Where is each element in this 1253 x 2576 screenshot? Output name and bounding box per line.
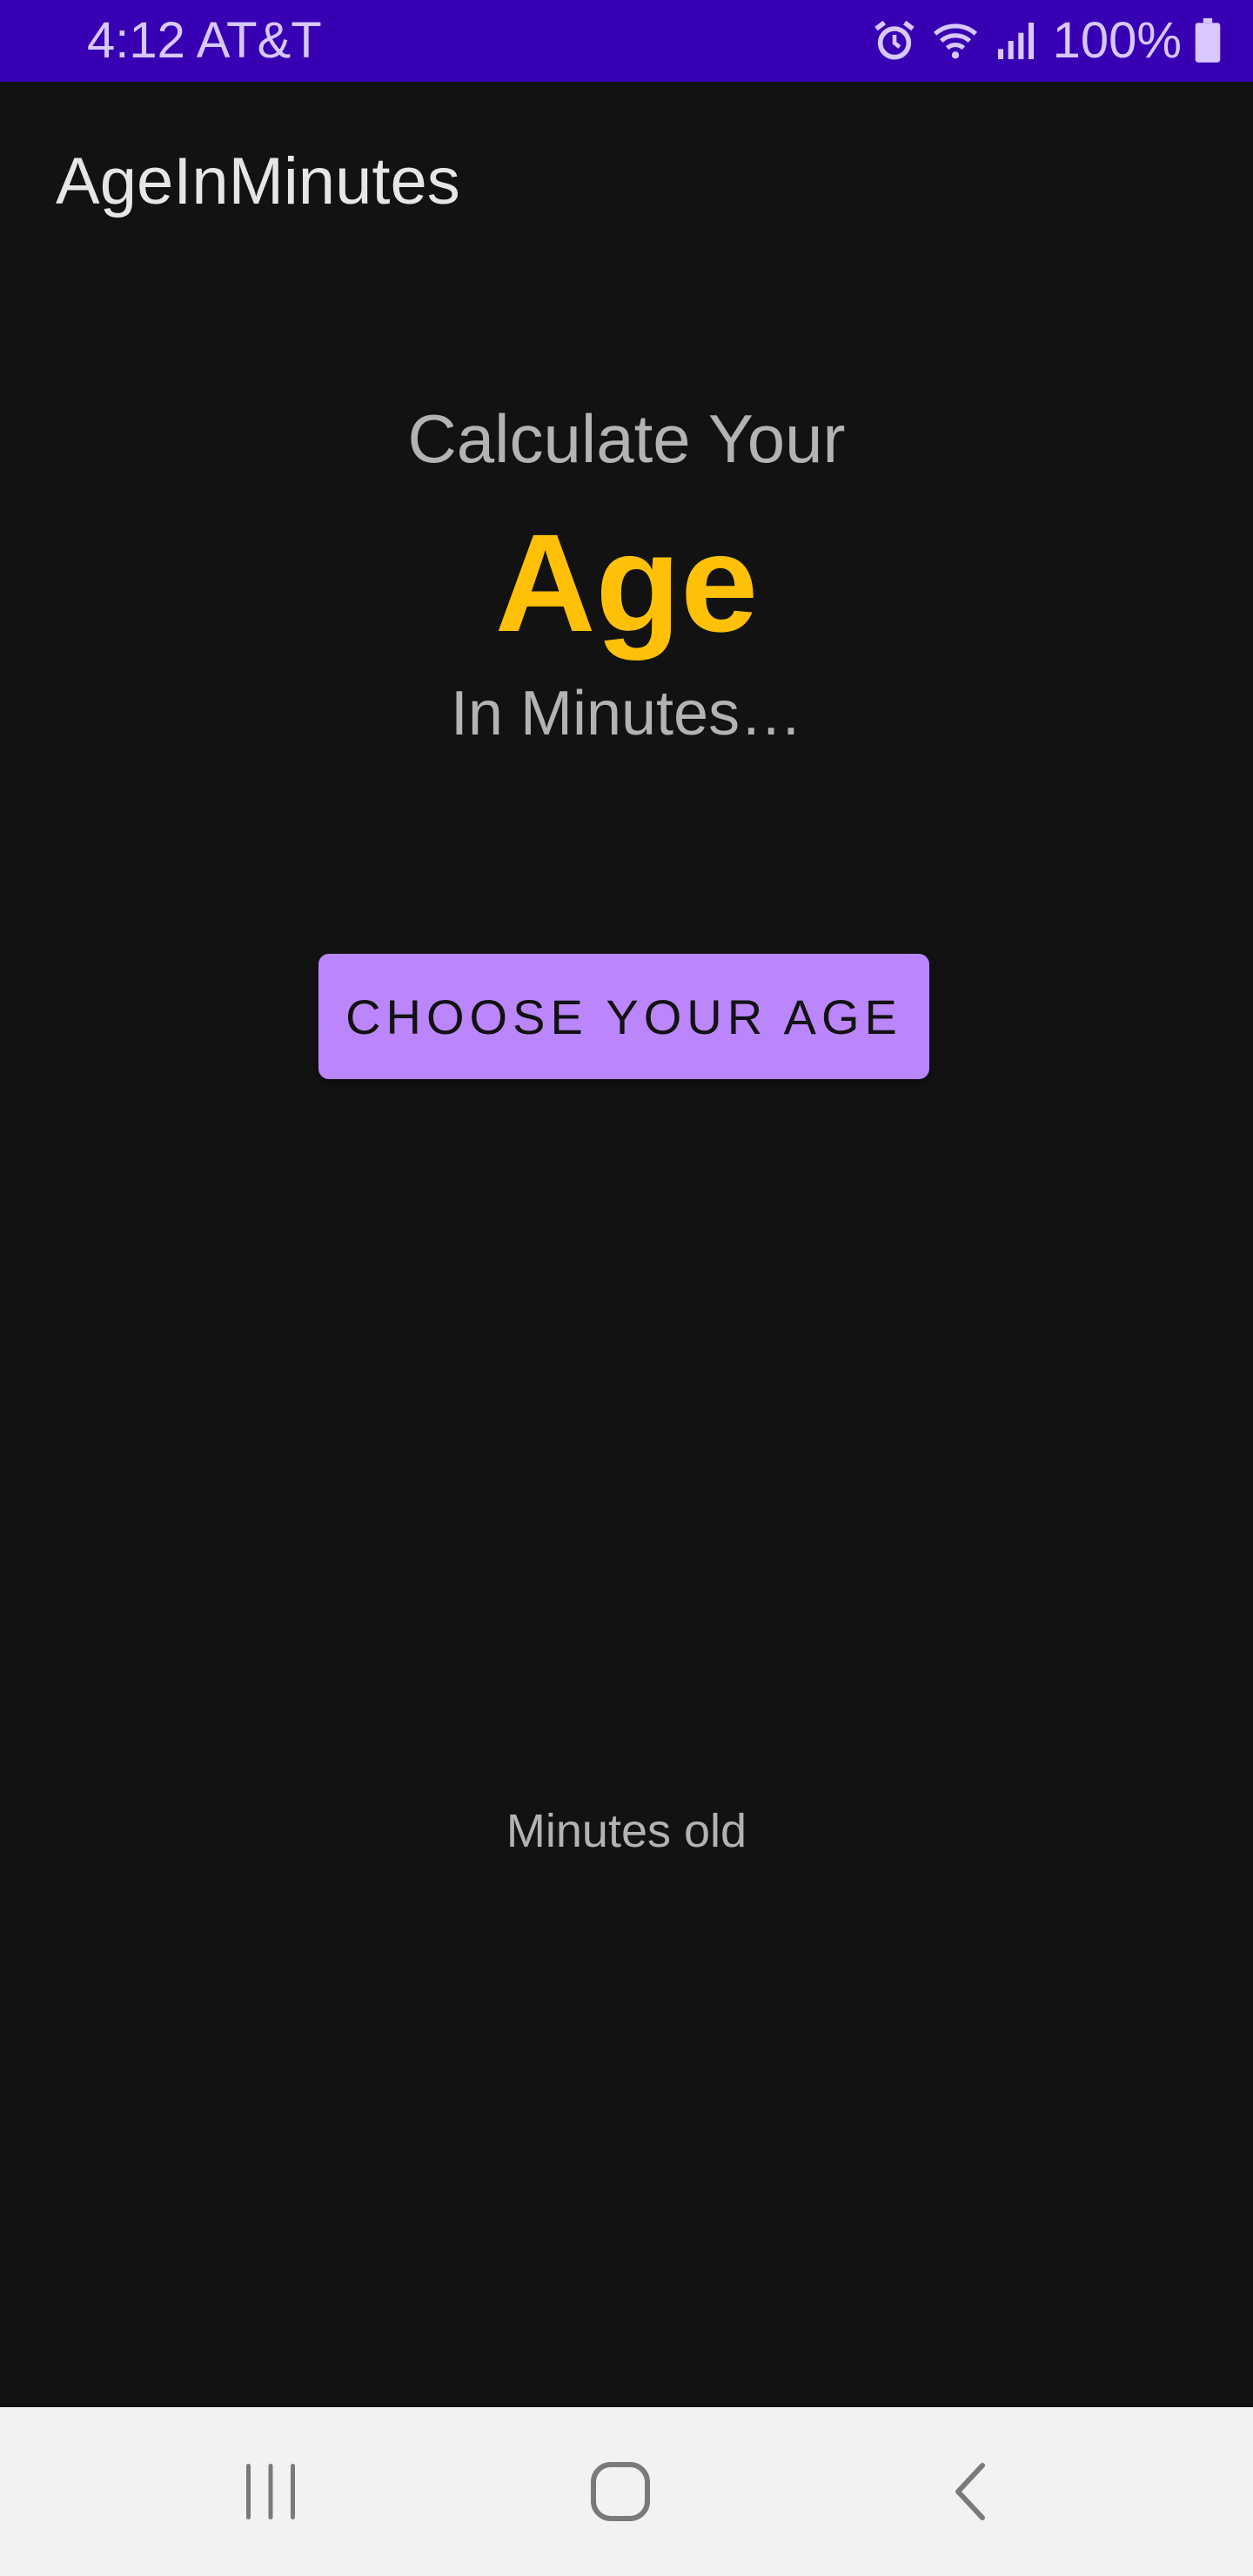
battery-percent: 100% — [1052, 12, 1182, 69]
battery-icon — [1194, 18, 1222, 64]
home-icon — [589, 2460, 652, 2523]
heading-in-minutes: In Minutes… — [450, 679, 803, 748]
back-icon — [949, 2460, 991, 2523]
heading-age: Age — [494, 505, 759, 661]
choose-age-button[interactable]: CHOOSE YOUR AGE — [318, 954, 929, 1079]
status-icons: 100% — [870, 12, 1222, 70]
minutes-old-label: Minutes old — [506, 1805, 747, 1857]
navigation-bar — [0, 2407, 1253, 2576]
wifi-icon — [931, 17, 980, 65]
app-title: AgeInMinutes — [56, 144, 460, 218]
status-time-carrier: 4:12 AT&T — [87, 12, 322, 69]
signal-icon — [992, 17, 1041, 65]
recents-icon — [243, 2460, 298, 2523]
alarm-icon — [870, 17, 919, 65]
home-button[interactable] — [555, 2426, 686, 2557]
app-screen: 4:12 AT&T 100% AgeInMinutes Calculate Yo… — [0, 0, 1253, 2576]
heading-calculate-your: Calculate Your — [407, 400, 846, 477]
back-button[interactable] — [905, 2426, 1035, 2557]
status-bar: 4:12 AT&T 100% — [0, 0, 1253, 82]
app-bar: AgeInMinutes — [0, 82, 1253, 287]
recents-button[interactable] — [205, 2426, 336, 2557]
